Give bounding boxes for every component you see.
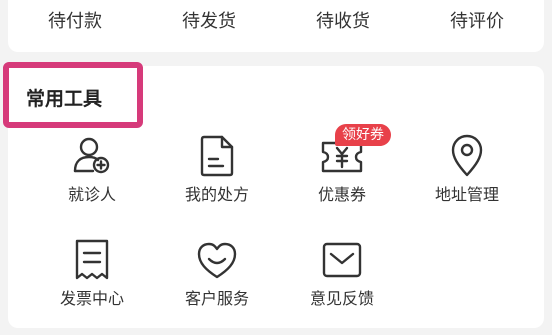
prescription-icon xyxy=(194,133,240,179)
patient-icon xyxy=(69,133,115,179)
coupon-badge: 领好券 xyxy=(335,124,391,146)
tool-patient-label: 就诊人 xyxy=(67,185,116,204)
tool-invoice-label: 发票中心 xyxy=(59,289,124,308)
order-status-pending-shipment[interactable]: 待发货 xyxy=(142,13,276,39)
tool-invoice[interactable]: 发票中心 xyxy=(37,237,147,317)
order-status-pending-payment[interactable]: 待付款 xyxy=(8,13,142,39)
tool-customer-service-label: 客户服务 xyxy=(184,289,249,308)
section-title: 常用工具 xyxy=(26,88,103,110)
tool-feedback[interactable]: 意见反馈 xyxy=(287,237,397,317)
location-pin-icon xyxy=(444,133,490,179)
tool-address-label: 地址管理 xyxy=(434,185,499,204)
order-status-pending-receipt[interactable]: 待收货 xyxy=(276,13,410,39)
customer-service-icon xyxy=(194,237,240,283)
tool-customer-service[interactable]: 客户服务 xyxy=(162,237,272,317)
order-status-pending-review[interactable]: 待评价 xyxy=(410,13,544,39)
feedback-mail-icon xyxy=(319,237,365,283)
invoice-icon xyxy=(69,237,115,283)
tool-patient[interactable]: 就诊人 xyxy=(37,133,147,213)
tool-prescription-label: 我的处方 xyxy=(184,185,249,204)
order-status-bar: 待付款 待发货 待收货 待评价 xyxy=(8,0,544,52)
tool-prescription[interactable]: 我的处方 xyxy=(162,133,272,213)
tool-feedback-label: 意见反馈 xyxy=(309,289,374,308)
tool-address[interactable]: 地址管理 xyxy=(412,133,522,213)
tool-coupon-label: 优惠券 xyxy=(317,185,366,204)
